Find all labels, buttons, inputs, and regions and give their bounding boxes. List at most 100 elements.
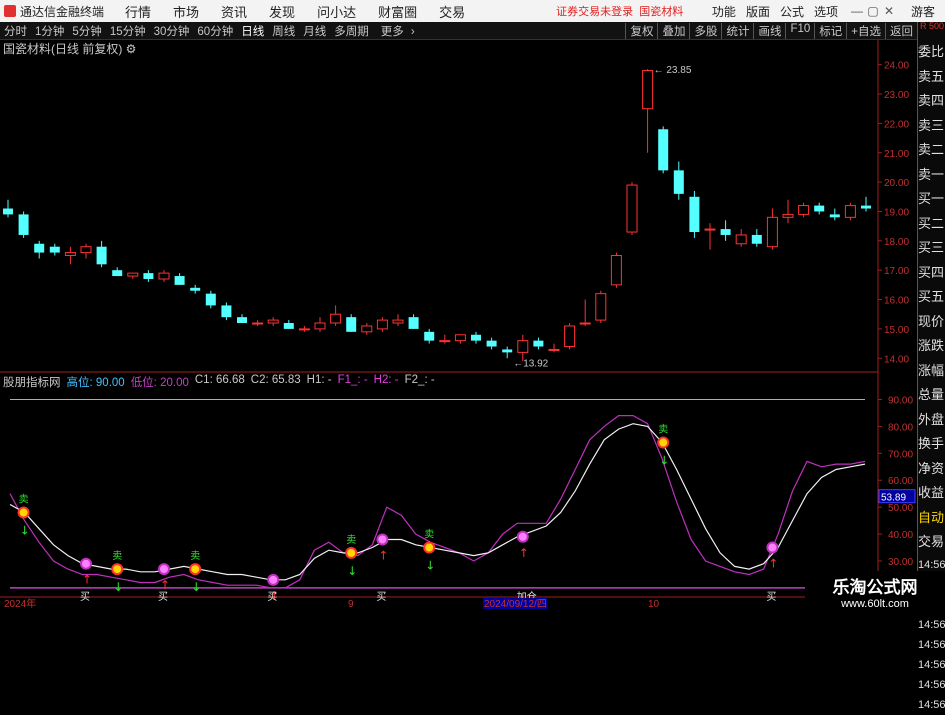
high-price-label: ← 23.85 xyxy=(654,65,692,76)
candle-body-up xyxy=(330,313,342,324)
watermark: 乐淘公式网 www.60lt.com xyxy=(805,571,945,610)
panel-item: 买五 xyxy=(918,289,945,304)
sell-signal-label: 卖 xyxy=(424,529,434,541)
buy-signal-flower xyxy=(267,573,280,586)
low-price-label: ←13.92 xyxy=(513,359,548,370)
candle-body-down xyxy=(190,287,201,291)
candle-body-down xyxy=(112,270,123,277)
panel-item: 收益 xyxy=(918,485,945,500)
price-tick-label: 17.00 xyxy=(884,266,909,277)
price-tick-label: 20.00 xyxy=(884,178,909,189)
param-c2: C2: 65.83 xyxy=(250,374,301,386)
panel-item: 换手 xyxy=(918,436,945,451)
indicator-tick-label: 30.00 xyxy=(888,557,913,568)
buy-signal-flower xyxy=(80,557,92,570)
param-h2: H2: - xyxy=(373,374,399,386)
indicator-tick-label: 60.00 xyxy=(888,476,913,487)
panel-item: 现价 xyxy=(918,313,945,329)
candle-body-up xyxy=(564,325,576,348)
panel-item: 涨跌 xyxy=(918,338,945,353)
panel-item: 自动 xyxy=(918,509,945,525)
candle-body-up xyxy=(454,334,466,342)
candle-body-up xyxy=(298,328,310,331)
price-tick-label: 14.00 xyxy=(884,354,909,365)
panel-item: 买四 xyxy=(918,264,945,280)
buy-arrow-icon: ↑ xyxy=(82,573,92,587)
panel-item: 14:56 xyxy=(918,618,945,631)
candle-body-up xyxy=(735,234,747,245)
param-f2: F2_: - xyxy=(404,374,435,386)
sell-arrow-icon: ↓ xyxy=(659,454,669,468)
candle-body-down xyxy=(18,214,29,235)
buy-signal-flower xyxy=(158,563,170,576)
indicator-tick-label: 90.00 xyxy=(888,395,913,406)
candle-body-down xyxy=(346,317,357,332)
sell-signal-label: 卖 xyxy=(346,534,356,546)
indicator-name[interactable]: 股朋指标网 xyxy=(3,374,61,389)
candle-body-up xyxy=(127,272,139,277)
panel-item: 净资 xyxy=(918,460,945,476)
panel-item: 总量 xyxy=(918,387,945,402)
candle-body-down xyxy=(471,334,481,341)
candle-body-down xyxy=(283,323,294,329)
quote-side-panel: R 500 委比 卖五 卖四 卖三 卖二 卖一 买一 买二 买三 买四 买五 现价 涨跌 涨幅 总量 外盘 换手… xyxy=(917,22,945,711)
sell-arrow-icon: ↓ xyxy=(425,559,435,573)
candle-body-down xyxy=(49,246,60,253)
panel-item: 14:56 xyxy=(918,658,945,671)
panel-item: 卖四 xyxy=(918,93,945,108)
candle-body-up xyxy=(80,246,92,254)
panel-item: 14:56 xyxy=(918,678,945,691)
candle-body-up xyxy=(158,272,170,280)
watermark-title: 乐淘公式网 xyxy=(832,578,918,597)
white-indicator-line xyxy=(9,423,866,581)
panel-item: 卖二 xyxy=(918,142,945,157)
candle-body-up xyxy=(517,340,529,353)
candle-body-down xyxy=(751,234,762,244)
sell-arrow-icon: ↓ xyxy=(20,524,30,538)
param-high: 高位: 90.00 xyxy=(66,377,125,389)
candle-body-down xyxy=(829,214,840,218)
candle-body-up xyxy=(782,213,794,218)
candle-body-up xyxy=(361,325,373,333)
buy-arrow-icon: ↑ xyxy=(519,546,529,560)
sell-signal-flower xyxy=(657,436,670,449)
candle-body-down xyxy=(486,340,497,347)
panel-item: 14:56 xyxy=(918,638,945,651)
candle-body-up xyxy=(376,319,388,330)
candle-body-up xyxy=(844,205,856,218)
current-value-label: 53.89 xyxy=(881,493,906,504)
candle-body-down xyxy=(143,273,154,279)
candle-body-down xyxy=(424,331,435,341)
candle-body-down xyxy=(658,129,669,171)
buy-arrow-icon: ↑ xyxy=(378,548,388,562)
sell-arrow-icon: ↓ xyxy=(191,580,201,594)
candle-body-up xyxy=(642,70,654,110)
price-tick-label: 19.00 xyxy=(884,207,909,218)
candle-body-up xyxy=(610,255,622,286)
buy-signal-label: 买 xyxy=(158,591,168,603)
candle-body-up xyxy=(595,293,607,321)
price-tick-label: 24.00 xyxy=(884,61,909,72)
sell-signal-flower xyxy=(423,541,436,554)
candle-body-up xyxy=(252,322,264,325)
sell-signal-label: 卖 xyxy=(19,494,29,506)
candle-body-down xyxy=(408,317,419,329)
sell-signal-flower xyxy=(189,563,202,576)
watermark-url: www.60lt.com xyxy=(841,598,909,610)
candle-body-down xyxy=(814,205,825,212)
panel-item: 买三 xyxy=(918,240,945,255)
price-tick-label: 21.00 xyxy=(884,149,909,160)
buy-signal-label: 买 xyxy=(80,591,90,603)
panel-item: 卖五 xyxy=(918,68,945,84)
chart-canvas[interactable]: 14.00 15.00 16.00 17.00 18.00 19.00 20.00 21.00… xyxy=(0,0,917,609)
price-tick-label: 16.00 xyxy=(884,296,909,307)
date-label: 2024年 xyxy=(4,597,36,609)
candle-body-up xyxy=(439,340,451,343)
buy-signal-flower xyxy=(516,530,529,543)
candle-body-up xyxy=(766,216,778,248)
panel-item: 涨幅 xyxy=(918,362,945,378)
date-label: 10 xyxy=(648,599,660,609)
param-c1: C1: 66.68 xyxy=(194,374,245,386)
buy-signal-label: 买 xyxy=(267,591,277,603)
settings-icon[interactable]: ⚙ xyxy=(126,42,137,56)
